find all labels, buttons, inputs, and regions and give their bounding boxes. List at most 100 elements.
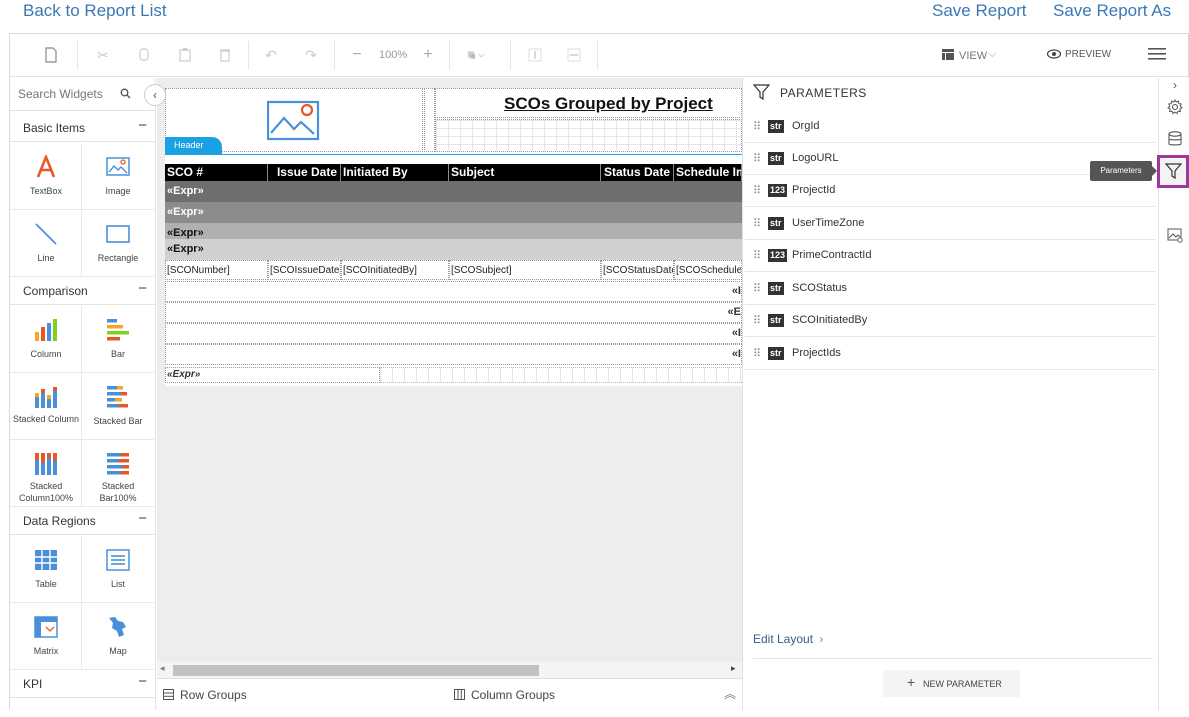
back-to-report-list-link[interactable]: Back to Report List — [23, 1, 167, 21]
widget-line[interactable]: Line — [10, 210, 82, 277]
category-data-regions[interactable]: Data Regions − — [10, 507, 155, 535]
scroll-right-icon[interactable]: ▸ — [731, 663, 736, 674]
widget-table[interactable]: Table — [10, 536, 82, 603]
widget-stacked-bar[interactable]: Stacked Bar — [82, 373, 154, 440]
widget-textbox[interactable]: TextBox — [10, 143, 82, 210]
size-icon[interactable] — [564, 45, 584, 65]
group-row-4[interactable]: «Expr» — [165, 239, 742, 260]
zoom-out-icon[interactable]: − — [347, 45, 367, 65]
detail-cell-issue-date[interactable]: [SCOIssueDate] — [268, 260, 341, 280]
parameter-item[interactable]: ⠿ 123 PrimeContractId — [745, 240, 1156, 272]
parameter-item[interactable]: ⠿ str ProjectIds — [745, 338, 1156, 370]
footer-row-3[interactable]: «I — [165, 323, 742, 344]
detail-cell-initiated-by[interactable]: [SCOInitiatedBy] — [341, 260, 449, 280]
header-tab-label: Header — [174, 140, 204, 150]
detail-cell-subject[interactable]: [SCOSubject] — [449, 260, 601, 280]
widget-rectangle[interactable]: Rectangle — [82, 210, 154, 277]
design-canvas[interactable]: SCOs Grouped by Project Header SCO # Iss… — [157, 78, 742, 678]
drag-handle-icon[interactable]: ⠿ — [753, 120, 761, 133]
widget-list[interactable]: List — [82, 536, 154, 603]
parameter-item[interactable]: ⠿ str SCOStatus — [745, 273, 1156, 305]
search-widgets-input[interactable] — [16, 85, 126, 103]
preview-button[interactable]: PREVIEW — [1047, 47, 1117, 63]
scrollbar-thumb[interactable] — [173, 665, 539, 676]
image-settings-icon[interactable] — [1163, 223, 1187, 247]
category-basic-items[interactable]: Basic Items − — [10, 114, 155, 142]
collapse-minus-icon[interactable]: − — [138, 673, 147, 690]
drag-handle-icon[interactable]: ⠿ — [753, 184, 761, 197]
canvas-horizontal-scrollbar[interactable]: ◂ ▸ — [157, 662, 742, 678]
parameter-type-badge: str — [768, 120, 784, 133]
paste-icon[interactable] — [175, 45, 195, 65]
widget-stacked-bar100[interactable]: Stacked Bar100% — [82, 440, 154, 507]
detail-cell-status-date[interactable]: [SCOStatusDate] — [601, 260, 674, 280]
drag-handle-icon[interactable]: ⠿ — [753, 347, 761, 360]
footer-row-4[interactable]: «I — [165, 344, 742, 365]
widget-stacked-column[interactable]: Stacked Column — [10, 373, 82, 440]
group-row-1[interactable]: «Expr» — [165, 181, 742, 202]
save-report-link[interactable]: Save Report — [932, 1, 1027, 21]
undo-icon[interactable]: ↶ — [261, 45, 281, 65]
zoom-in-icon[interactable]: + — [418, 45, 438, 65]
collapse-minus-icon[interactable]: − — [138, 510, 147, 527]
report-designer: ✂ ↶ ↷ − 100% + VIEW ⌵ PREVIEW Search Wid… — [9, 33, 1189, 710]
drag-handle-icon[interactable]: ⠿ — [753, 217, 761, 230]
widget-image[interactable]: Image — [82, 143, 154, 210]
parameter-item[interactable]: ⠿ str UserTimeZone — [745, 208, 1156, 240]
widget-matrix[interactable]: Matrix — [10, 603, 82, 670]
page-footer-expr[interactable]: «Expr» — [165, 367, 380, 383]
copy-icon[interactable] — [134, 45, 154, 65]
view-dropdown[interactable]: VIEW ⌵ — [942, 48, 1004, 64]
parameter-item[interactable]: ⠿ str OrgId — [745, 111, 1156, 143]
widgets-panel: Basic Items − TextBox Image Line Rectang… — [10, 78, 156, 710]
new-document-icon[interactable] — [41, 45, 61, 65]
title-box[interactable]: SCOs Grouped by Project — [435, 88, 742, 118]
collapse-minus-icon[interactable]: − — [138, 280, 147, 297]
column-header-sco[interactable]: SCO # — [165, 164, 268, 181]
scroll-left-icon[interactable]: ◂ — [160, 663, 165, 674]
expand-up-icon[interactable]: ︽ — [724, 685, 736, 702]
new-parameter-button[interactable]: + NEW PARAMETER — [883, 670, 1020, 697]
footer-row-1[interactable]: «I — [165, 281, 742, 302]
column-header-schedule-impact[interactable]: Schedule Im — [674, 164, 742, 181]
widget-stacked-column100[interactable]: Stacked Column100% — [10, 440, 82, 507]
drag-handle-icon[interactable]: ⠿ — [753, 152, 761, 165]
database-icon[interactable] — [1163, 127, 1187, 151]
chevron-right-icon[interactable]: › — [1163, 78, 1187, 92]
category-kpi[interactable]: KPI − — [10, 670, 155, 698]
align-icon[interactable] — [525, 45, 545, 65]
parameter-item[interactable]: ⠿ str SCOInitiatedBy — [745, 305, 1156, 337]
parameter-name: ProjectId — [792, 184, 836, 196]
column-header-initiated-by[interactable]: Initiated By — [341, 164, 449, 181]
hamburger-menu-icon[interactable] — [1148, 47, 1168, 63]
edit-layout-link[interactable]: Edit Layout › — [753, 632, 823, 646]
column-header-issue-date[interactable]: Issue Date — [268, 164, 341, 181]
delete-icon[interactable] — [215, 45, 235, 65]
widget-map[interactable]: Map — [82, 603, 154, 670]
detail-cell-sco-number[interactable]: [SCONumber] — [165, 260, 268, 280]
save-report-as-link[interactable]: Save Report As — [1053, 1, 1171, 21]
collapse-panel-button[interactable]: ‹ — [144, 84, 166, 106]
chevron-right-icon: › — [819, 632, 824, 646]
column-header-status-date[interactable]: Status Date — [601, 164, 674, 181]
drag-handle-icon[interactable]: ⠿ — [753, 249, 761, 262]
widget-column[interactable]: Column — [10, 306, 82, 373]
detail-cell-schedule-impact[interactable]: [SCOScheduleI — [674, 260, 742, 280]
group-row-2[interactable]: «Expr» — [165, 202, 742, 223]
layer-icon[interactable] — [466, 45, 486, 65]
drag-handle-icon[interactable]: ⠿ — [753, 282, 761, 295]
report-body[interactable]: SCOs Grouped by Project Header SCO # Iss… — [165, 88, 742, 386]
column-header-subject[interactable]: Subject — [449, 164, 601, 181]
cut-icon[interactable]: ✂ — [93, 45, 113, 65]
widget-bar[interactable]: Bar — [82, 306, 154, 373]
parameters-strip-button[interactable] — [1157, 155, 1189, 188]
parameters-tooltip: Parameters — [1090, 161, 1152, 181]
drag-handle-icon[interactable]: ⠿ — [753, 314, 761, 327]
search-icon[interactable] — [120, 88, 131, 99]
category-comparison[interactable]: Comparison − — [10, 277, 155, 305]
redo-icon[interactable]: ↷ — [301, 45, 321, 65]
collapse-minus-icon[interactable]: − — [138, 117, 147, 134]
header-section-tab[interactable]: Header — [165, 137, 222, 154]
footer-row-2[interactable]: «E — [165, 302, 742, 323]
settings-gear-icon[interactable] — [1163, 95, 1187, 119]
